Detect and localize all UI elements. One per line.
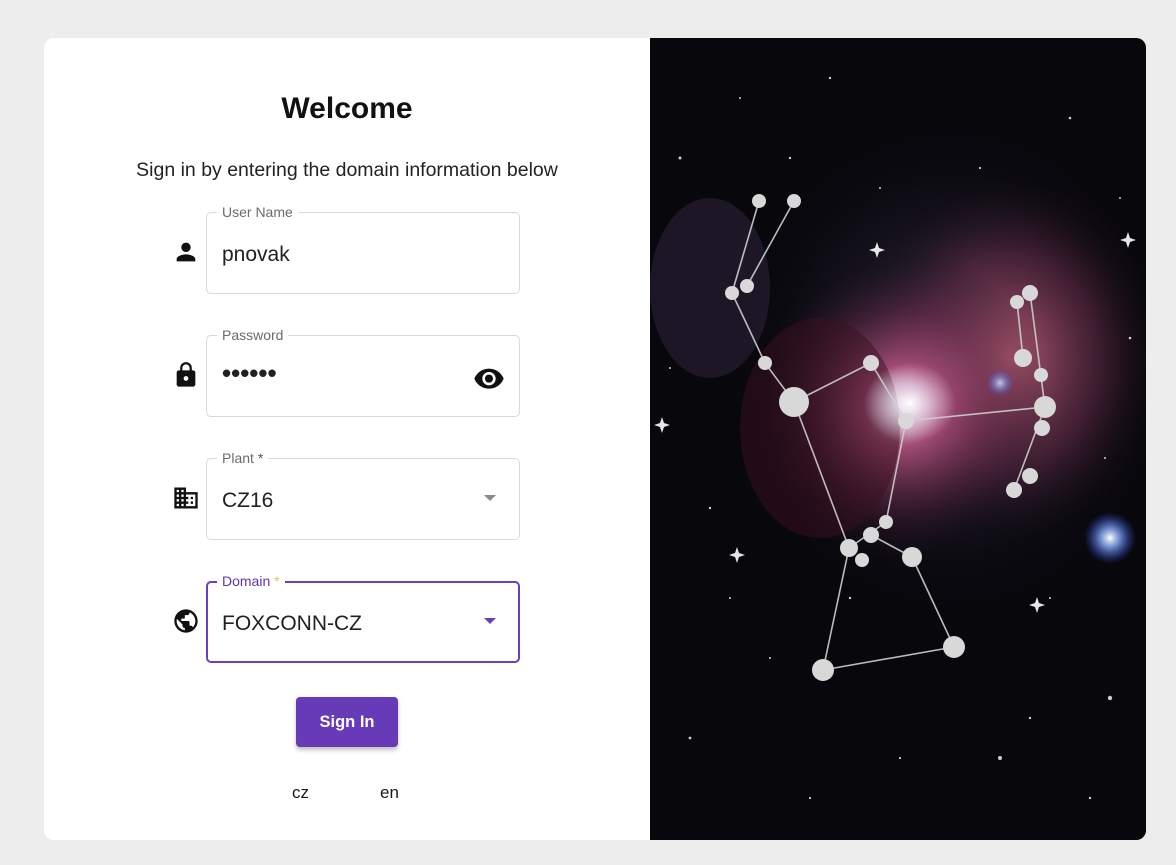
username-row: User Name pnovak <box>164 203 524 296</box>
password-field[interactable]: Password •••••• <box>206 326 520 417</box>
domain-select[interactable]: Domain * FOXCONN-CZ <box>206 572 520 663</box>
domain-label: Domain * <box>217 572 285 590</box>
dropdown-arrow-icon[interactable] <box>484 618 496 624</box>
globe-icon <box>172 607 200 635</box>
orion-nebula-illustration <box>650 38 1146 840</box>
sign-in-button[interactable]: Sign In <box>296 697 398 747</box>
password-value[interactable]: •••••• <box>222 358 277 389</box>
plant-label: Plant * <box>217 449 269 467</box>
welcome-subtitle: Sign in by entering the domain informati… <box>136 159 558 181</box>
plant-value[interactable]: CZ16 <box>222 489 273 513</box>
eye-icon[interactable] <box>473 366 505 390</box>
domain-row: Domain * FOXCONN-CZ <box>164 572 524 665</box>
password-label: Password <box>217 326 289 344</box>
dropdown-arrow-icon[interactable] <box>484 495 496 501</box>
login-panel: Welcome Sign in by entering the domain i… <box>44 38 650 840</box>
language-cz-link[interactable]: cz <box>292 783 309 803</box>
welcome-title: Welcome <box>281 92 413 125</box>
login-card: Welcome Sign in by entering the domain i… <box>44 38 1146 840</box>
constellation-image <box>650 38 1146 840</box>
building-icon <box>172 484 200 512</box>
plant-select[interactable]: Plant * CZ16 <box>206 449 520 540</box>
person-icon <box>172 238 200 266</box>
username-field[interactable]: User Name pnovak <box>206 203 520 294</box>
plant-row: Plant * CZ16 <box>164 449 524 542</box>
password-row: Password •••••• <box>164 326 524 419</box>
username-label: User Name <box>217 203 298 221</box>
lock-icon <box>172 361 200 389</box>
username-value[interactable]: pnovak <box>222 243 290 267</box>
domain-value[interactable]: FOXCONN-CZ <box>222 612 362 636</box>
language-en-link[interactable]: en <box>380 783 399 803</box>
